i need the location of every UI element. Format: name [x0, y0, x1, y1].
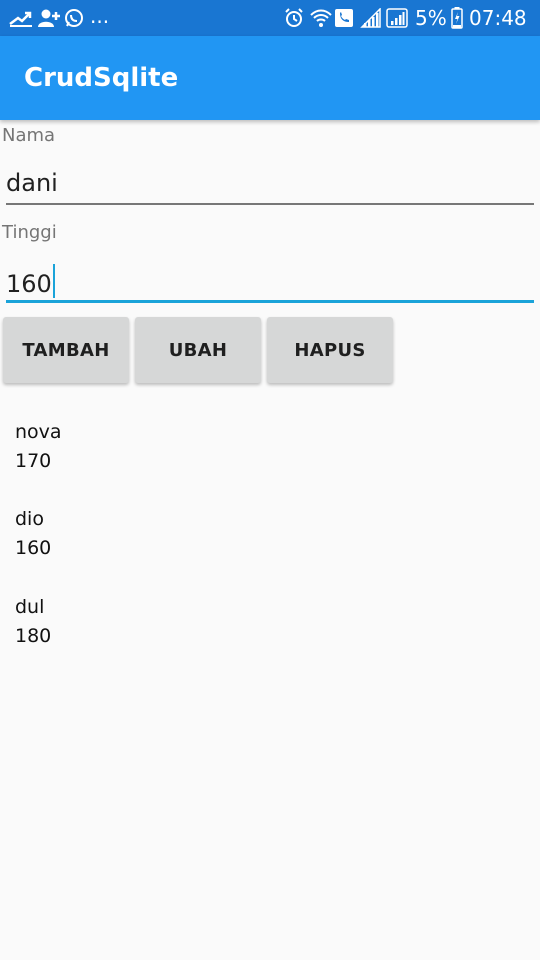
tambah-button[interactable]: TAMBAH	[3, 317, 129, 383]
ubah-button[interactable]: UBAH	[135, 317, 261, 383]
app-title: CrudSqlite	[24, 63, 179, 93]
more-notifications-indicator: ...	[90, 4, 110, 28]
status-time: 07:48	[469, 6, 527, 30]
list-item[interactable]: dio 160	[15, 505, 51, 563]
list-item[interactable]: dul 180	[15, 593, 51, 651]
record-tinggi: 180	[15, 625, 52, 647]
record-nama: dio	[15, 508, 44, 530]
sim-signal-icon	[386, 8, 408, 28]
tinggi-label: Tinggi	[2, 222, 57, 243]
nama-input[interactable]: dani	[6, 168, 58, 198]
battery-percent: 5%	[415, 6, 447, 30]
wifi-calling-icon	[335, 9, 353, 27]
nama-input-underline	[6, 203, 534, 205]
list-item[interactable]: nova 170	[15, 418, 62, 476]
record-nama: dul	[15, 596, 45, 618]
wifi-icon	[310, 9, 332, 27]
tinggi-input-underline	[6, 300, 534, 303]
record-nama: nova	[15, 421, 62, 443]
text-cursor	[52, 264, 55, 298]
whatsapp-icon	[65, 9, 83, 27]
signal-strength-icon	[360, 8, 381, 28]
app-screen: ... 5% 07:48 CrudSqlite Nama dani Tinggi…	[0, 0, 540, 960]
record-tinggi: 160	[15, 537, 52, 559]
usb-transfer-icon	[9, 11, 32, 27]
tinggi-input[interactable]: 160	[6, 264, 55, 299]
tinggi-input-text: 160	[6, 270, 52, 298]
record-tinggi: 170	[15, 450, 52, 472]
app-bar: CrudSqlite	[0, 36, 540, 120]
hapus-button[interactable]: HAPUS	[267, 317, 393, 383]
contact-add-icon	[38, 9, 60, 27]
nama-label: Nama	[2, 125, 56, 146]
battery-charging-icon	[451, 7, 463, 29]
alarm-icon	[285, 8, 303, 27]
status-bar: ... 5% 07:48	[0, 0, 540, 36]
